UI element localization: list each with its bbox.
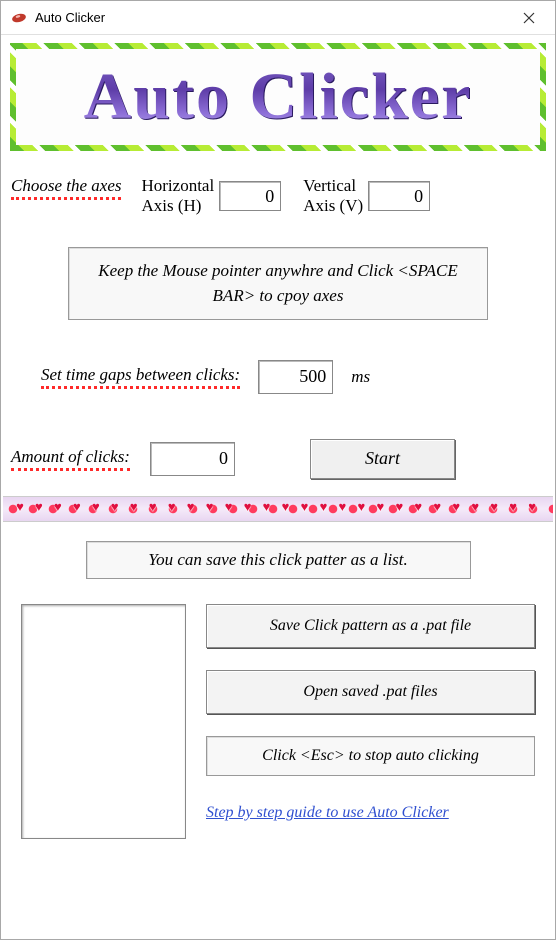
choose-axes-label: Choose the axes — [11, 176, 121, 200]
app-icon — [11, 10, 27, 26]
horizontal-axis-label: Horizontal Axis (H) — [141, 176, 214, 217]
spacebar-hint-box: Keep the Mouse pointer anywhre and Click… — [68, 247, 488, 320]
horizontal-axis-input[interactable] — [219, 181, 281, 211]
timegap-input[interactable] — [258, 360, 333, 394]
window-title: Auto Clicker — [35, 10, 105, 25]
open-pattern-button[interactable]: Open saved .pat files — [206, 670, 535, 714]
guide-link[interactable]: Step by step guide to use Auto Clicker — [206, 804, 535, 822]
save-hint-box: You can save this click patter as a list… — [86, 541, 471, 579]
pattern-listbox[interactable] — [21, 604, 186, 839]
vertical-axis-label: Vertical Axis (V) — [303, 176, 363, 217]
banner: Auto Clicker — [10, 43, 546, 151]
amount-label: Amount of clicks: — [11, 447, 130, 471]
timegap-label: Set time gaps between clicks: — [41, 365, 240, 389]
timegap-unit: ms — [351, 367, 370, 387]
close-button[interactable] — [509, 4, 549, 32]
amount-input[interactable] — [150, 442, 235, 476]
vertical-axis-input[interactable] — [368, 181, 430, 211]
start-button[interactable]: Start — [310, 439, 455, 479]
banner-text: Auto Clicker — [84, 59, 473, 135]
save-pattern-button[interactable]: Save Click pattern as a .pat file — [206, 604, 535, 648]
titlebar: Auto Clicker — [1, 1, 555, 35]
hearts-divider — [3, 497, 553, 521]
esc-hint-box: Click <Esc> to stop auto clicking — [206, 736, 535, 776]
